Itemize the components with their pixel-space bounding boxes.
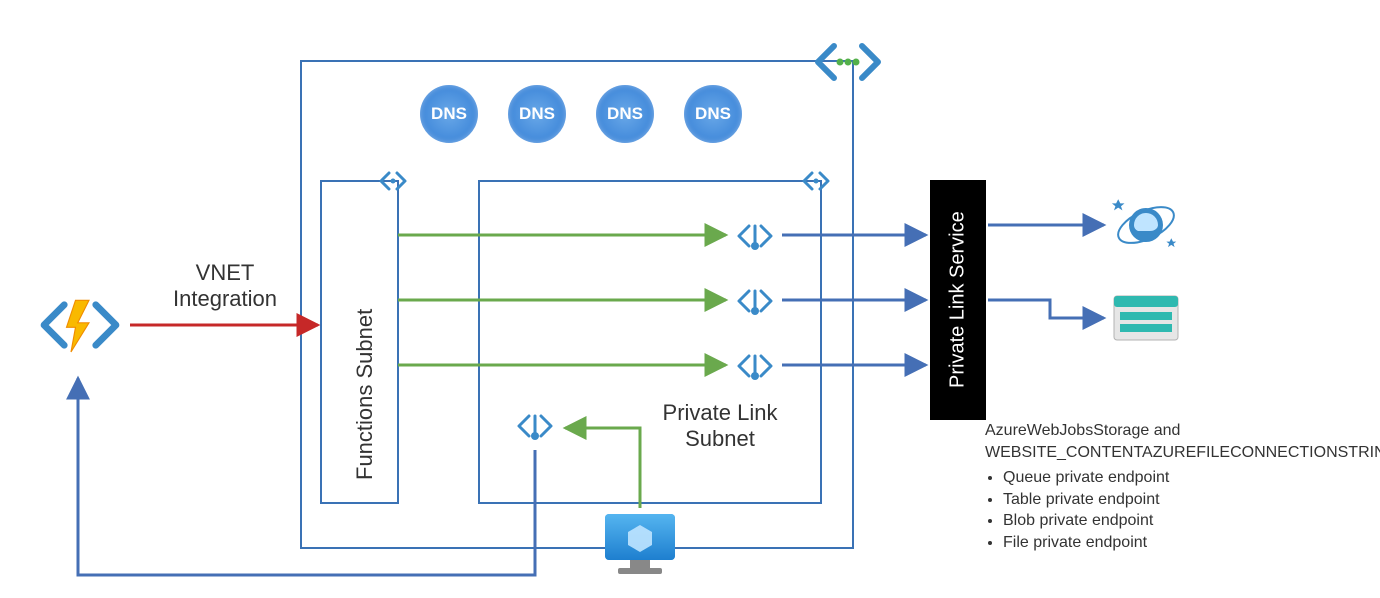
dns-zone-icon: DNS xyxy=(508,85,566,143)
private-link-subnet-label: Private Link Subnet xyxy=(640,400,800,452)
storage-notes: AzureWebJobsStorage and WEBSITE_CONTENTA… xyxy=(985,420,1375,554)
private-link-service-label: Private Link Service xyxy=(947,212,970,389)
note-item: Table private endpoint xyxy=(1003,489,1375,511)
private-endpoint-icon xyxy=(510,405,560,447)
functions-subnet-label: Functions Subnet xyxy=(352,220,378,480)
function-app-icon xyxy=(35,280,125,370)
dns-zone-icon: DNS xyxy=(684,85,742,143)
private-endpoint-icon xyxy=(730,280,780,322)
dns-zone-icon: DNS xyxy=(420,85,478,143)
note-item: File private endpoint xyxy=(1003,532,1375,554)
storage-notes-heading: AzureWebJobsStorage and WEBSITE_CONTENTA… xyxy=(985,420,1375,463)
arrow-pls-to-storage xyxy=(988,300,1104,318)
virtual-machine-icon xyxy=(600,510,680,578)
private-endpoint-icon xyxy=(730,215,780,257)
dns-zones-row: DNS DNS DNS DNS xyxy=(420,85,742,143)
vnet-integration-label: VNET Integration xyxy=(160,260,290,312)
ellipsis-code-icon xyxy=(810,40,886,84)
note-item: Blob private endpoint xyxy=(1003,510,1375,532)
vnet-code-icon xyxy=(375,168,411,194)
cosmos-db-icon xyxy=(1110,195,1182,255)
storage-account-icon xyxy=(1110,290,1182,346)
dns-zone-icon: DNS xyxy=(596,85,654,143)
private-link-service-box: Private Link Service xyxy=(930,180,986,420)
vnet-code-icon xyxy=(798,168,834,194)
note-item: Queue private endpoint xyxy=(1003,467,1375,489)
private-endpoint-icon xyxy=(730,345,780,387)
